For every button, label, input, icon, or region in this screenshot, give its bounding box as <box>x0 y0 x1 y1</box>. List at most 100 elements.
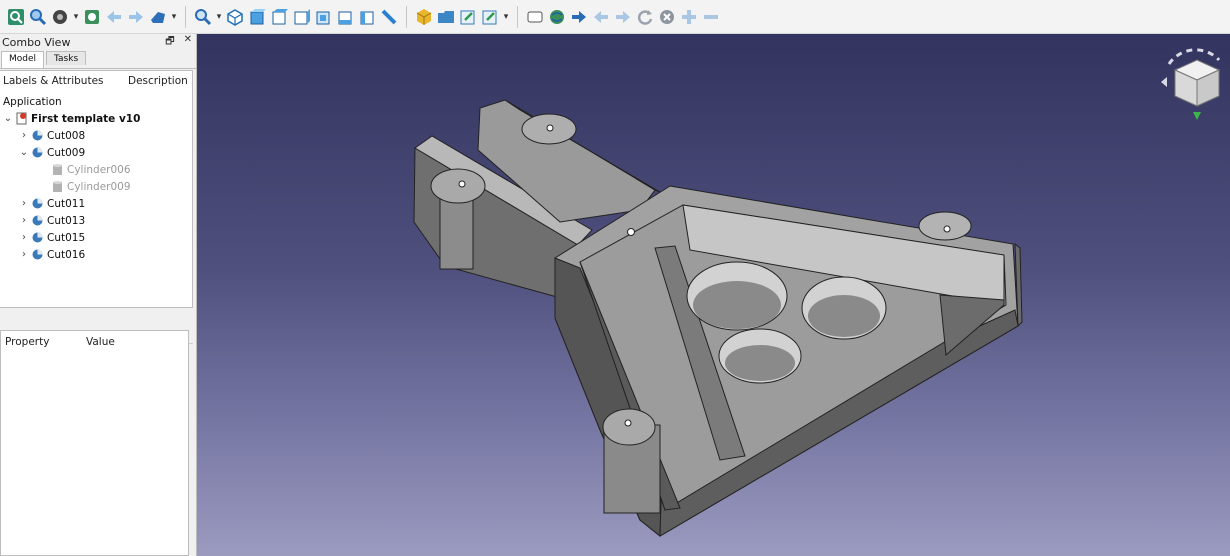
chevron-down-icon[interactable]: ⌄ <box>18 147 30 158</box>
combo-view-title: Combo View <box>2 36 71 49</box>
tree-item-label: Cut009 <box>47 146 86 159</box>
lug-right-top <box>918 211 972 241</box>
tree-item-label: Cut011 <box>47 197 86 210</box>
stop-icon[interactable] <box>657 7 677 27</box>
nav-cube-left-arrow-icon[interactable] <box>1161 77 1167 87</box>
tree-item[interactable]: › Cut016 <box>18 246 85 263</box>
remove-icon[interactable] <box>701 7 721 27</box>
workbench-dropdown-icon[interactable]: ▾ <box>170 12 178 22</box>
value-column[interactable]: Value <box>86 336 115 348</box>
cut-icon <box>30 146 44 160</box>
box-zoom-icon[interactable] <box>193 7 213 27</box>
sketch-icon[interactable] <box>525 7 545 27</box>
rear-view-icon[interactable] <box>313 7 333 27</box>
lug-left-top <box>430 168 486 204</box>
property-column[interactable]: Property <box>1 336 86 348</box>
document-label: First template v10 <box>31 112 141 125</box>
tab-tasks[interactable]: Tasks <box>46 51 87 65</box>
toolbar-separator <box>185 5 186 28</box>
tree-item-label: Cut016 <box>47 248 86 261</box>
small-hole-center <box>627 228 635 236</box>
bottom-view-icon[interactable] <box>335 7 355 27</box>
document-icon <box>14 112 28 126</box>
chevron-right-icon[interactable]: › <box>18 215 30 226</box>
globe-icon[interactable] <box>547 7 567 27</box>
close-panel-icon[interactable]: ✕ <box>184 34 192 51</box>
property-header: Property Value <box>1 331 188 353</box>
tree-item[interactable]: ⌄ Cut009 <box>18 144 85 161</box>
add-icon[interactable] <box>679 7 699 27</box>
part-icon[interactable] <box>414 7 434 27</box>
model-render[interactable] <box>197 34 1230 556</box>
tree-document[interactable]: ⌄ First template v10 <box>2 110 140 127</box>
top-view-icon[interactable] <box>269 7 289 27</box>
fit-all-icon[interactable] <box>6 7 26 27</box>
hole-2-inner <box>808 295 880 337</box>
tree-item[interactable]: › Cut015 <box>18 229 85 246</box>
float-panel-icon[interactable]: 🗗 <box>165 34 174 51</box>
main-toolbar: ▾ ▾ ▾ ▾ <box>0 0 1230 34</box>
combo-tabs: Model Tasks <box>0 51 196 69</box>
cylinder-icon <box>50 180 64 194</box>
tree-item-label: Cut013 <box>47 214 86 227</box>
navigation-cube[interactable] <box>1159 40 1230 126</box>
hole-1-inner <box>693 281 781 329</box>
3d-view[interactable] <box>197 34 1230 556</box>
std-views-icon[interactable] <box>82 7 102 27</box>
tab-model[interactable]: Model <box>1 51 45 68</box>
hole-3-inner <box>725 345 795 381</box>
description-column[interactable]: Description <box>128 75 192 87</box>
nav-cube-bottom-marker <box>1193 112 1201 120</box>
workbench-icon[interactable] <box>148 7 168 27</box>
tree-item-label: Cylinder006 <box>67 163 131 176</box>
combo-view-panel: Combo View 🗗 ✕ Model Tasks Labels & Attr… <box>0 34 197 556</box>
lug-right-hole <box>943 225 951 233</box>
forward-arrow-icon[interactable] <box>126 7 146 27</box>
tree-header: Labels & Attributes Description <box>0 71 192 91</box>
property-view: Property Value <box>0 330 189 556</box>
cut-icon <box>30 129 44 143</box>
tree-item-label: Cylinder009 <box>67 180 131 193</box>
labels-attributes-column[interactable]: Labels & Attributes <box>0 75 128 87</box>
zoom-icon[interactable] <box>28 7 48 27</box>
chevron-right-icon[interactable]: › <box>18 198 30 209</box>
cut-icon <box>30 214 44 228</box>
isometric-view-icon[interactable] <box>225 7 245 27</box>
application-label: Application <box>3 95 62 108</box>
tree-item-label: Cut008 <box>47 129 86 142</box>
chevron-right-icon[interactable]: › <box>18 249 30 260</box>
left-view-icon[interactable] <box>357 7 377 27</box>
combo-view-header: Combo View 🗗 ✕ <box>0 34 196 51</box>
model-tree: Labels & Attributes Description Applicat… <box>0 70 193 358</box>
link-icon[interactable] <box>458 7 478 27</box>
right-view-icon[interactable] <box>291 7 311 27</box>
tree-item-label: Cut015 <box>47 231 86 244</box>
cut-icon <box>30 197 44 211</box>
tree-item[interactable]: Cylinder006 <box>50 161 131 178</box>
back-arrow-icon[interactable] <box>104 7 124 27</box>
tree-item[interactable]: › Cut008 <box>18 127 85 144</box>
tree-item[interactable]: › Cut013 <box>18 212 85 229</box>
box-zoom-dropdown-icon[interactable]: ▾ <box>215 12 223 22</box>
front-view-icon[interactable] <box>247 7 267 27</box>
measure-icon[interactable] <box>379 7 399 27</box>
draw-style-dropdown-icon[interactable]: ▾ <box>72 12 80 22</box>
arrow-right-icon[interactable] <box>569 7 589 27</box>
tree-item[interactable]: Cylinder009 <box>50 178 131 195</box>
draw-style-icon[interactable] <box>50 7 70 27</box>
folder-icon[interactable] <box>436 7 456 27</box>
cut-icon <box>30 248 44 262</box>
nav-forward-icon[interactable] <box>613 7 633 27</box>
chevron-down-icon[interactable]: ⌄ <box>2 113 14 124</box>
lug-top-hole <box>546 124 554 132</box>
chevron-right-icon[interactable]: › <box>18 232 30 243</box>
refresh-icon[interactable] <box>635 7 655 27</box>
link-actions-icon[interactable] <box>480 7 500 27</box>
toolbar-separator <box>517 5 518 28</box>
cut-icon <box>30 231 44 245</box>
link-actions-dropdown-icon[interactable]: ▾ <box>502 12 510 22</box>
toolbar-separator <box>406 5 407 28</box>
nav-back-icon[interactable] <box>591 7 611 27</box>
tree-item[interactable]: › Cut011 <box>18 195 85 212</box>
chevron-right-icon[interactable]: › <box>18 130 30 141</box>
